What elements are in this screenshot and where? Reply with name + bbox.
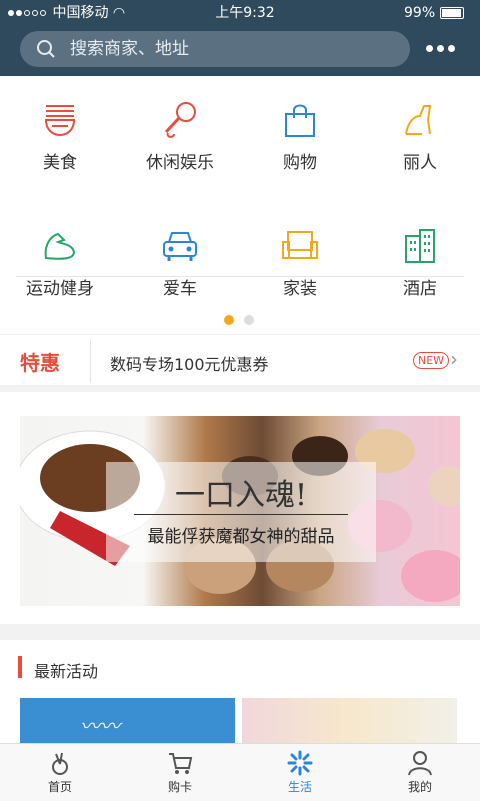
promo-divider	[90, 339, 91, 383]
page-dot	[244, 315, 254, 325]
home-icon	[52, 752, 68, 775]
noodle-bowl-icon	[44, 105, 76, 137]
section-title: 最新活动	[34, 662, 99, 681]
category-label: 运动健身	[26, 279, 94, 299]
category-hotel[interactable]: 酒店	[360, 226, 480, 299]
tab-mine[interactable]: 我的	[360, 744, 480, 801]
tab-label: 生活	[287, 780, 312, 794]
banner-subtitle: 最能俘获魔都女神的甜品	[147, 527, 335, 547]
promo-text: 数码专场100元优惠券	[110, 355, 269, 374]
chevron-right-icon: ›	[450, 347, 458, 371]
banner-title: 一口入魂!	[174, 478, 308, 513]
tab-label: 我的	[407, 780, 432, 794]
category-label: 休闲娱乐	[146, 153, 214, 173]
banner-section: 一口入魂! 最能俘获魔都女神的甜品	[0, 392, 480, 624]
tab-label: 首页	[47, 780, 72, 794]
category-label: 丽人	[403, 153, 437, 173]
category-shopping[interactable]: 购物	[240, 100, 360, 173]
category-label: 爱车	[163, 279, 197, 299]
battery-icon	[439, 7, 464, 19]
page-dot-active	[224, 315, 234, 325]
user-icon	[408, 751, 432, 776]
status-signal: 中国移动 ◠	[8, 3, 125, 23]
tab-cart[interactable]: 购卡	[120, 744, 240, 801]
category-label: 购物	[283, 153, 317, 173]
banner-image[interactable]: 一口入魂! 最能俘获魔都女神的甜品	[20, 416, 460, 606]
activity-card-art: 〰〰	[80, 714, 120, 738]
category-grid: 美食 休闲娱乐 购物 丽人 运动健身 爱车 家装 酒店	[0, 76, 480, 334]
battery-label: 99%	[404, 5, 436, 21]
cart-icon	[169, 753, 193, 774]
page-indicator	[224, 310, 264, 329]
arm-muscle-icon	[44, 232, 76, 260]
shopping-bag-icon	[285, 104, 315, 137]
tab-label: 购卡	[167, 780, 192, 794]
more-dots-icon[interactable]	[426, 37, 466, 61]
category-label: 酒店	[403, 279, 437, 299]
category-food[interactable]: 美食	[0, 100, 120, 173]
promo-row[interactable]: 特惠 数码专场100元优惠券 NEW ›	[0, 334, 480, 385]
search-icon	[37, 40, 55, 58]
category-beauty[interactable]: 丽人	[360, 100, 480, 173]
category-entertainment[interactable]: 休闲娱乐	[120, 100, 240, 173]
life-pinwheel-icon	[287, 750, 313, 776]
sofa-icon	[282, 231, 318, 259]
car-icon	[163, 232, 197, 261]
tab-life[interactable]: 生活	[240, 744, 360, 801]
search-bar[interactable]: 搜索商家、地址	[20, 31, 410, 67]
app-header: 中国移动 ◠ 上午9:32 99% 搜索商家、地址	[0, 0, 480, 76]
tab-home[interactable]: 首页	[0, 744, 120, 801]
category-label: 美食	[43, 153, 77, 173]
banner-divider	[134, 514, 348, 515]
high-heel-icon	[405, 105, 432, 135]
status-battery: 99%	[404, 3, 464, 23]
microphone-icon	[164, 102, 196, 138]
carrier-label: 中国移动	[52, 5, 109, 21]
category-home-decor[interactable]: 家装	[240, 226, 360, 299]
hotel-building-icon	[405, 229, 435, 263]
tab-bar: 首页 购卡 生活 我的	[0, 743, 480, 801]
section-marker	[18, 656, 22, 678]
banner-caption-box: 一口入魂! 最能俘获魔都女神的甜品	[106, 462, 376, 562]
search-placeholder: 搜索商家、地址	[70, 39, 189, 59]
new-badge: NEW	[413, 352, 450, 369]
category-fitness[interactable]: 运动健身	[0, 226, 120, 299]
category-label: 家装	[283, 279, 317, 299]
promo-tag: 特惠	[20, 351, 60, 375]
category-car[interactable]: 爱车	[120, 226, 240, 299]
wifi-icon: ◠	[112, 5, 126, 21]
status-time: 上午9:32	[215, 5, 275, 21]
